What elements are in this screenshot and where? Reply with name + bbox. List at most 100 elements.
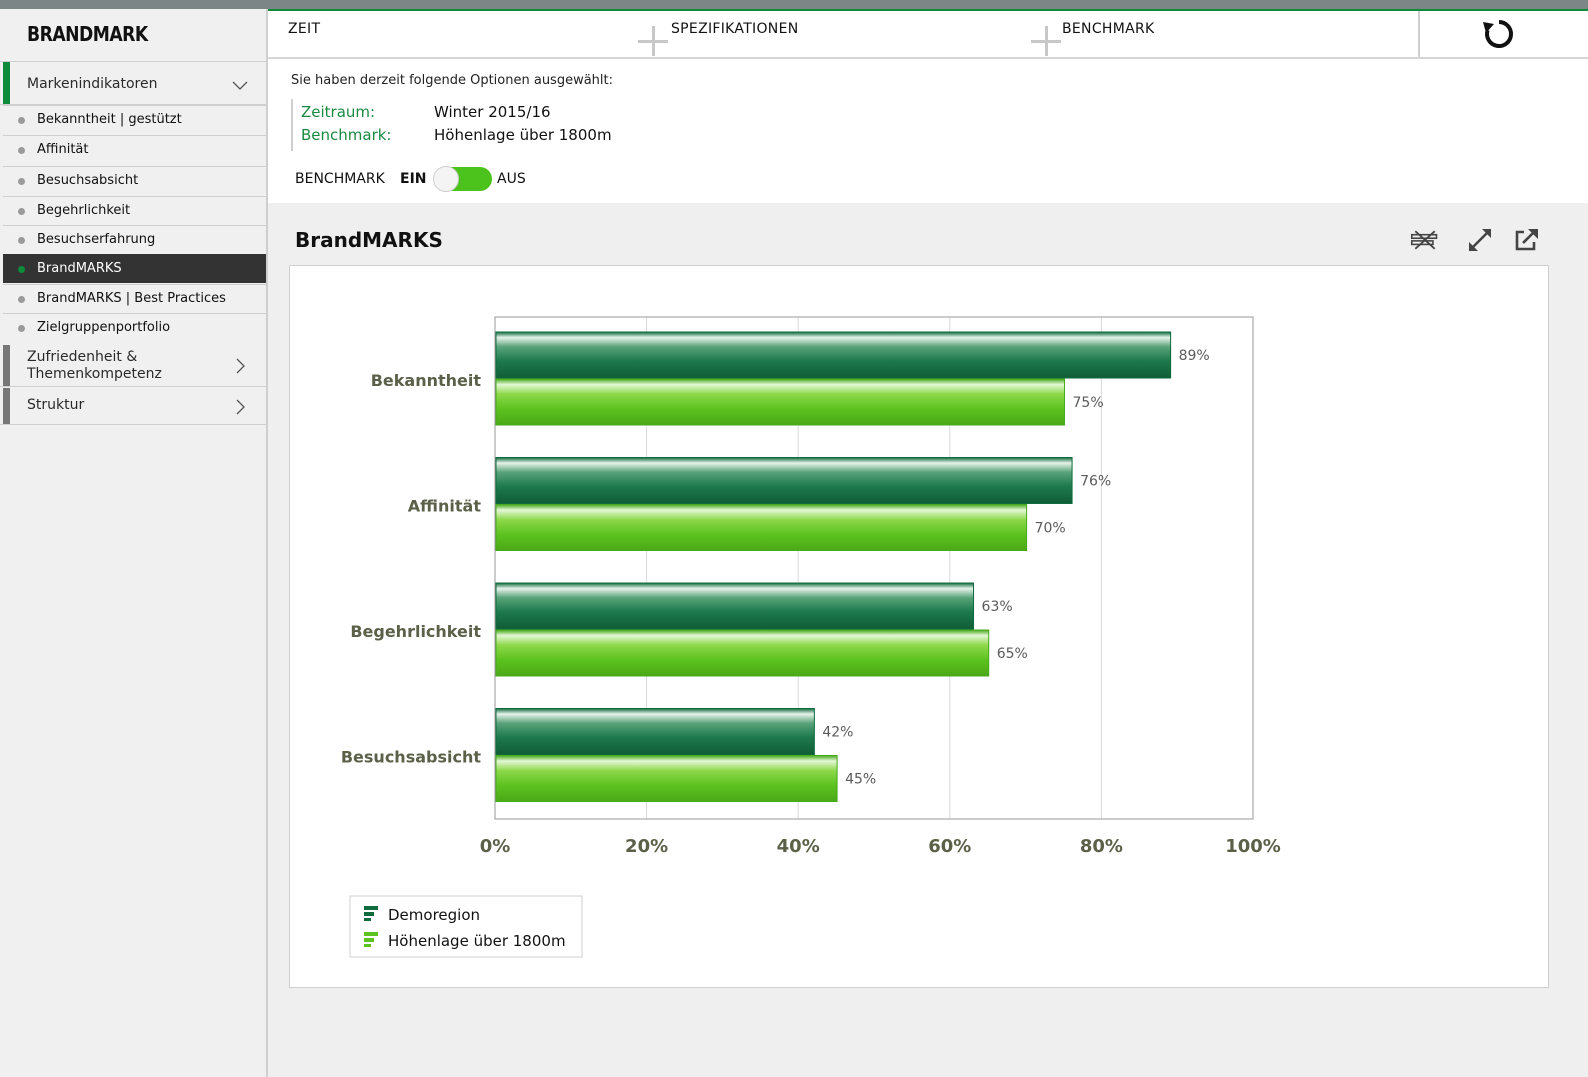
data-label: 42% — [822, 725, 853, 741]
tab-zeit[interactable]: ZEIT — [288, 21, 320, 37]
sidebar-item-brandmarks-best-practices[interactable]: BrandMARKS | Best Practices — [3, 284, 266, 313]
legend-label: Höhenlage über 1800m — [388, 932, 566, 950]
sidebar-item-label: Begehrlichkeit — [37, 203, 131, 218]
sidebar-item-label: Zielgruppenportfolio — [37, 320, 171, 335]
legend-label: Demoregion — [388, 906, 480, 924]
sidebar-item-label: Besuchserfahrung — [37, 232, 156, 247]
legend-swatch — [364, 938, 374, 942]
expand-icon[interactable] — [1465, 226, 1495, 254]
bar — [495, 504, 1028, 551]
benchmark-toggle[interactable] — [433, 166, 492, 192]
bullet-icon — [18, 208, 25, 215]
brand-logo-text: BRANDMARK — [27, 22, 148, 46]
reset-icon[interactable] — [1482, 17, 1516, 51]
selection-list: Zeitraum: Winter 2015/16 Benchmark: Höhe… — [291, 99, 891, 151]
bar — [495, 378, 1065, 426]
legend-swatch — [364, 912, 374, 916]
bar — [495, 629, 990, 677]
filter-tabs-bar: ZEIT SPEZIFIKATIONEN BENCHMARK — [268, 9, 1588, 59]
sidebar-item-bekanntheit[interactable]: Bekanntheit | gestützt — [3, 105, 266, 134]
category-label: Affinität — [408, 496, 482, 515]
plus-icon[interactable] — [1031, 26, 1061, 56]
sidebar: BRANDMARK Markenindikatoren Bekanntheit … — [0, 9, 268, 1077]
chevron-right-icon — [236, 358, 245, 374]
bar — [495, 708, 815, 755]
chevron-right-icon — [236, 399, 245, 415]
zeitraum-label: Zeitraum: — [301, 103, 376, 121]
window-top-strip — [0, 0, 1588, 9]
data-label: 75% — [1073, 395, 1104, 411]
benchmark-toggle-label: BENCHMARK — [295, 171, 385, 187]
data-label: 70% — [1035, 521, 1066, 537]
bullet-icon — [18, 178, 25, 185]
section-label: Zufriedenheit & Themenkompetenz — [27, 349, 162, 383]
bullet-icon — [18, 266, 25, 273]
sidebar-item-begehrlichkeit[interactable]: Begehrlichkeit — [3, 196, 266, 225]
benchmark-off-label[interactable]: AUS — [497, 171, 526, 187]
x-tick-label: 60% — [928, 836, 971, 857]
bullet-icon — [18, 147, 25, 154]
sidebar-item-label: BrandMARKS — [37, 261, 122, 276]
sidebar-item-besuchsabsicht[interactable]: Besuchsabsicht — [3, 166, 266, 195]
category-label: Besuchsabsicht — [341, 747, 481, 766]
section-label: Struktur — [27, 397, 85, 413]
sidebar-section-zufriedenheit[interactable]: Zufriedenheit & Themenkompetenz — [0, 345, 266, 387]
category-label: Bekanntheit — [371, 371, 482, 390]
benchmark-label: Benchmark: — [301, 126, 392, 144]
sidebar-item-label: Affinität — [37, 142, 89, 157]
data-label: 45% — [845, 772, 876, 788]
x-tick-label: 100% — [1225, 836, 1281, 857]
sidebar-item-brandmarks[interactable]: BrandMARKS — [3, 254, 266, 283]
sidebar-item-label: BrandMARKS | Best Practices — [37, 291, 226, 306]
tab-divider — [1418, 11, 1420, 57]
brand-logo[interactable]: BRANDMARK — [0, 9, 266, 61]
legend-swatch — [364, 918, 371, 921]
chart-title: BrandMARKS — [295, 228, 443, 252]
data-label: 76% — [1080, 474, 1111, 490]
sidebar-section-markenindikatoren[interactable]: Markenindikatoren — [0, 61, 266, 105]
plus-icon[interactable] — [638, 26, 668, 56]
x-tick-label: 80% — [1080, 836, 1123, 857]
sidebar-item-zielgruppenportfolio[interactable]: Zielgruppenportfolio — [3, 313, 266, 342]
section-label: Markenindikatoren — [27, 76, 158, 92]
external-link-icon[interactable] — [1511, 226, 1541, 254]
bullet-icon — [18, 296, 25, 303]
section-accent-bar — [3, 62, 10, 104]
selection-summary: Sie haben derzeit folgende Optionen ausg… — [268, 59, 1588, 203]
category-label: Begehrlichkeit — [350, 622, 481, 641]
hide-benchmark-icon[interactable] — [1410, 226, 1440, 254]
toggle-knob[interactable] — [433, 166, 459, 192]
bar — [495, 582, 975, 630]
bullet-icon — [18, 117, 25, 124]
x-tick-label: 0% — [480, 836, 511, 857]
data-label: 89% — [1179, 348, 1210, 364]
sidebar-item-besuchserfahrung[interactable]: Besuchserfahrung — [3, 225, 266, 254]
bar — [495, 457, 1073, 504]
bullet-icon — [18, 237, 25, 244]
benchmark-value: Höhenlage über 1800m — [434, 126, 612, 144]
legend-swatch — [364, 932, 378, 936]
legend-swatch — [364, 944, 371, 947]
data-label: 63% — [982, 599, 1013, 615]
tab-spezifikationen[interactable]: SPEZIFIKATIONEN — [671, 21, 799, 37]
legend-swatch — [364, 906, 378, 910]
data-label: 65% — [997, 646, 1028, 662]
bullet-icon — [18, 325, 25, 332]
bar — [495, 755, 838, 802]
app-root: BRANDMARK Markenindikatoren Bekanntheit … — [0, 0, 1588, 1077]
sidebar-item-label: Bekanntheit | gestützt — [37, 112, 182, 127]
sidebar-item-affinitaet[interactable]: Affinität — [3, 135, 266, 164]
benchmark-on-label[interactable]: EIN — [400, 171, 427, 187]
section-label-line2: Themenkompetenz — [27, 366, 162, 382]
chevron-down-icon — [232, 81, 248, 90]
section-accent-bar — [3, 388, 10, 424]
sidebar-section-struktur[interactable]: Struktur — [0, 388, 266, 425]
selection-heading: Sie haben derzeit folgende Optionen ausg… — [291, 73, 614, 88]
section-accent-bar — [3, 345, 10, 386]
chart-legend: Demoregion Höhenlage über 1800m — [349, 895, 583, 958]
bar — [495, 331, 1172, 379]
x-tick-label: 40% — [777, 836, 820, 857]
sidebar-item-label: Besuchsabsicht — [37, 173, 139, 188]
tab-benchmark[interactable]: BENCHMARK — [1062, 21, 1155, 37]
section-label-line1: Zufriedenheit & — [27, 349, 138, 365]
